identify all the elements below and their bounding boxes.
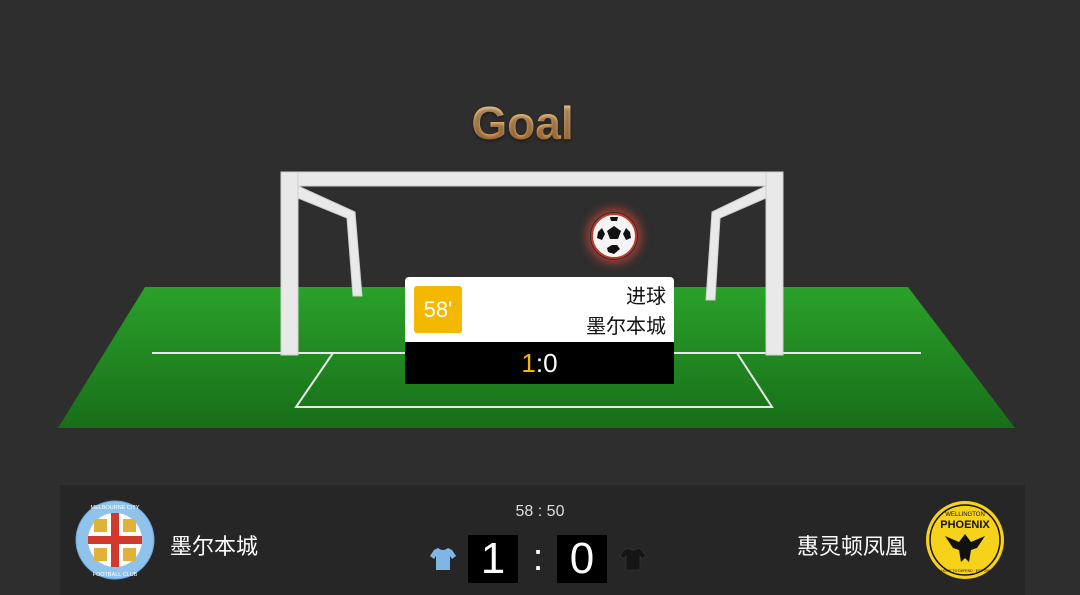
away-kit-icon <box>620 547 646 571</box>
svg-text:FC: FC <box>121 538 130 544</box>
event-score-separator: : <box>535 347 544 378</box>
home-kit-icon <box>430 548 456 570</box>
pitch-graphic <box>58 171 1015 428</box>
match-animation-scene: Goal 58' 进球 墨尔本城 1 : 0 <box>0 0 1080 480</box>
home-score: 1 <box>468 534 518 583</box>
score-separator: : <box>532 537 544 579</box>
away-team-name: 惠灵顿凤凰 <box>796 535 907 560</box>
svg-text:A HOME TO DEFEND · EST. 2007: A HOME TO DEFEND · EST. 2007 <box>938 569 992 573</box>
event-score-home: 1 <box>521 347 536 378</box>
away-score: 0 <box>557 534 607 583</box>
event-type-label: 进球 <box>626 284 666 308</box>
melbourne-city-logo-icon: MELBOURNE CITY FOOTBALL CLUB MC FC <box>75 500 155 580</box>
event-team-label: 墨尔本城 <box>586 314 666 338</box>
event-score-line: 1 : 0 <box>405 342 674 384</box>
svg-text:WELLINGTON: WELLINGTON <box>945 512 985 518</box>
svg-text:MELBOURNE CITY: MELBOURNE CITY <box>91 505 140 511</box>
goal-event-card: 58' 进球 墨尔本城 1 : 0 <box>405 277 674 384</box>
event-minute-badge: 58' <box>414 286 462 333</box>
event-score-away: 0 <box>543 347 558 378</box>
goal-title: Goal <box>0 96 1045 150</box>
svg-text:PHOENIX: PHOENIX <box>940 519 990 531</box>
event-card-header: 58' 进球 墨尔本城 <box>405 277 674 342</box>
home-team-name: 墨尔本城 <box>170 535 259 560</box>
scoreboard-bar: MELBOURNE CITY FOOTBALL CLUB MC FC 墨尔本城 … <box>60 485 1025 595</box>
svg-text:FOOTBALL CLUB: FOOTBALL CLUB <box>93 572 138 578</box>
wellington-phoenix-logo-icon: WELLINGTON PHOENIX A HOME TO DEFEND · ES… <box>926 501 1004 579</box>
football-icon <box>591 213 637 259</box>
match-clock: 58 : 50 <box>515 503 565 520</box>
svg-text:MC: MC <box>100 538 110 544</box>
